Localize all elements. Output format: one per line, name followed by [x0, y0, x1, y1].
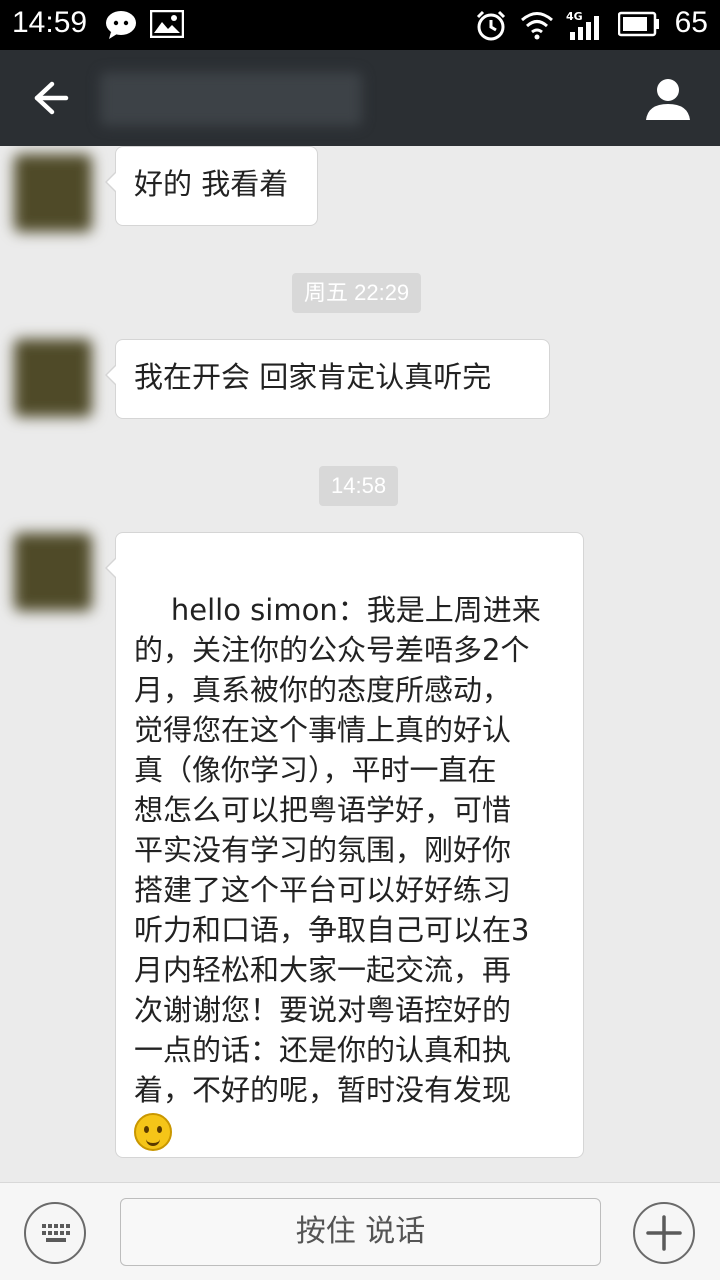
contact-name-blurred — [100, 72, 362, 126]
hold-to-talk-button[interactable]: 按住 说话 — [120, 1198, 601, 1266]
status-bar: 14:59 4G 65 — [0, 0, 720, 50]
avatar[interactable] — [14, 533, 92, 611]
more-actions-button[interactable] — [633, 1202, 695, 1264]
chat-area[interactable]: 好的 我看着 周五 22:29 我在开会 回家肯定认真听完 14:58 hell… — [0, 146, 720, 1182]
battery-icon — [618, 11, 659, 37]
message-text: hello simon：我是上周进来 的，关注你的公众号差唔多2个 月，真系被你… — [134, 593, 541, 1107]
status-time: 14:59 — [12, 6, 88, 39]
network-type-label: 4G — [566, 10, 583, 23]
alarm-icon — [476, 10, 506, 41]
message-bubble[interactable]: 我在开会 回家肯定认真听完 — [105, 339, 550, 419]
message-bubble[interactable]: 好的 我看着 — [105, 146, 318, 226]
avatar[interactable] — [14, 154, 92, 232]
image-notification-icon — [150, 10, 184, 38]
keyboard-toggle-button[interactable] — [24, 1202, 86, 1264]
chat-header — [0, 50, 720, 146]
battery-percentage: 65 — [674, 6, 708, 39]
input-bar: 按住 说话 — [0, 1182, 720, 1280]
avatar[interactable] — [14, 339, 92, 417]
thinking-face-emoji — [134, 1113, 172, 1151]
signal-4g-icon: 4G — [566, 10, 599, 40]
person-icon[interactable] — [642, 74, 694, 126]
wifi-icon — [521, 12, 553, 40]
back-arrow-icon[interactable] — [18, 72, 78, 124]
plus-icon — [646, 1215, 682, 1251]
timestamp: 周五 22:29 — [292, 273, 422, 313]
wechat-notification-icon — [106, 11, 136, 39]
keyboard-icon — [42, 1224, 70, 1242]
timestamp: 14:58 — [319, 466, 399, 506]
message-bubble[interactable]: hello simon：我是上周进来 的，关注你的公众号差唔多2个 月，真系被你… — [105, 532, 584, 1158]
